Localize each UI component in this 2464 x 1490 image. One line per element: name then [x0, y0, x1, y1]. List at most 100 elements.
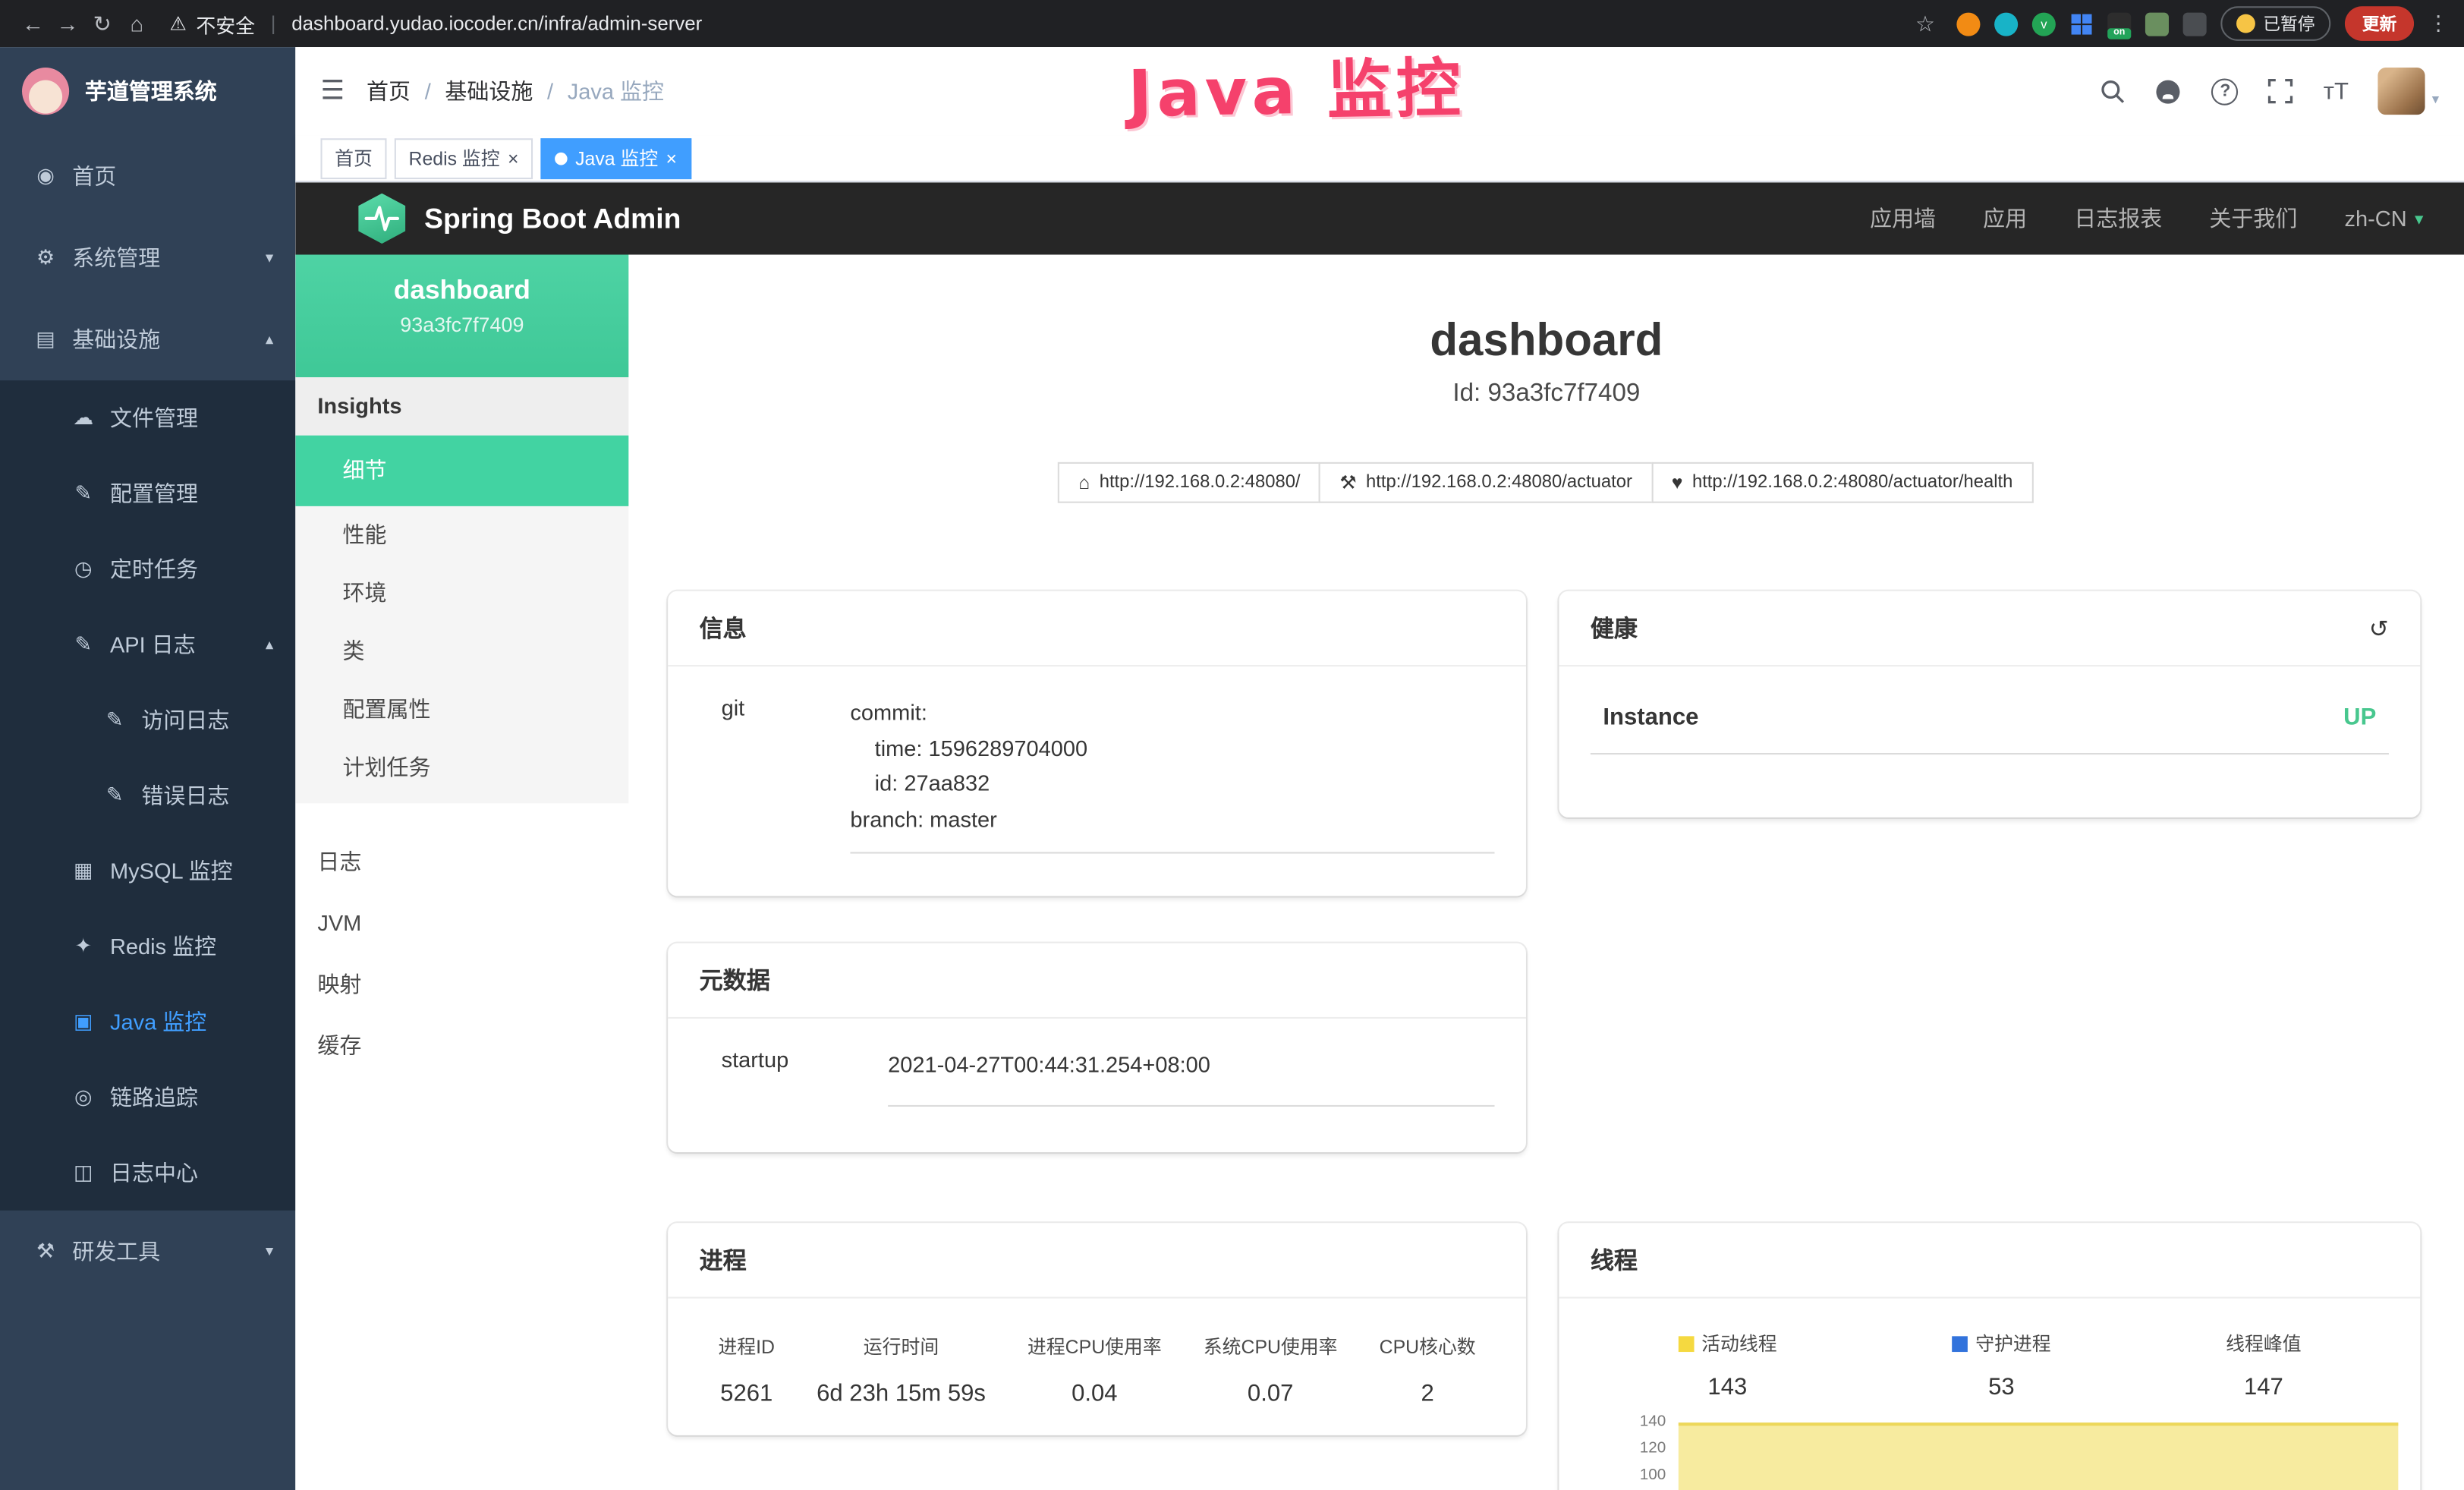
- profile-paused-badge[interactable]: 已暂停: [2220, 6, 2330, 41]
- close-icon[interactable]: ×: [508, 149, 519, 168]
- extension-icon-v[interactable]: v: [2032, 12, 2056, 36]
- paused-label: 已暂停: [2263, 11, 2315, 36]
- sba-nav-wallboard[interactable]: 应用墙: [1870, 203, 1936, 234]
- sba-menu-details[interactable]: 细节: [295, 436, 628, 506]
- service-url-link[interactable]: ⌂ http://192.168.0.2:48080/: [1058, 462, 1320, 503]
- instance-selector[interactable]: dashboard 93a3fc7f7409: [295, 255, 628, 378]
- fullscreen-icon[interactable]: [2268, 79, 2293, 104]
- tab-java-monitor[interactable]: Java 监控 ×: [541, 137, 691, 178]
- process-uptime: 运行时间 6d 23h 15m 59s: [817, 1333, 986, 1407]
- spring-boot-admin-logo-icon[interactable]: [358, 194, 405, 244]
- breadcrumb-home[interactable]: 首页: [367, 75, 411, 106]
- card-title: 信息: [700, 612, 747, 644]
- security-warning-icon: ⚠: [170, 13, 187, 35]
- help-icon[interactable]: ?: [2212, 78, 2239, 105]
- process-pid: 进程ID 5261: [718, 1333, 775, 1407]
- browser-home-icon[interactable]: ⌂: [119, 11, 154, 36]
- extension-icon-drop[interactable]: [1994, 12, 2018, 36]
- health-url-link[interactable]: ♥ http://192.168.0.2:48080/actuator/heal…: [1651, 462, 2033, 503]
- sba-root-menu: 日志 JVM 映射 缓存: [295, 832, 628, 1077]
- y-tick: 140: [1622, 1413, 1666, 1432]
- instance-name: dashboard: [295, 275, 628, 306]
- sba-menu-logfile[interactable]: 日志: [295, 832, 628, 893]
- search-icon[interactable]: [2101, 79, 2126, 104]
- database-icon: ▦: [69, 858, 97, 884]
- sidebar-item-system[interactable]: ⚙ 系统管理 ▾: [0, 217, 295, 299]
- app-logo[interactable]: 芋道管理系统: [0, 47, 295, 135]
- sba-brand-title[interactable]: Spring Boot Admin: [424, 202, 681, 235]
- trace-icon: ◎: [69, 1085, 97, 1110]
- sba-locale-select[interactable]: zh-CN ▾: [2345, 206, 2424, 231]
- chrome-update-button[interactable]: 更新: [2345, 6, 2414, 41]
- sidebar-item-home[interactable]: ◉ 首页: [0, 135, 295, 217]
- sba-menu-caches[interactable]: 缓存: [295, 1016, 628, 1077]
- chevron-down-icon[interactable]: ▾: [2432, 91, 2439, 109]
- tab-redis-monitor[interactable]: Redis 监控 ×: [395, 137, 533, 178]
- user-avatar[interactable]: [2378, 68, 2425, 115]
- bookmark-star-icon[interactable]: ☆: [1908, 10, 1943, 36]
- sba-nav-about[interactable]: 关于我们: [2209, 203, 2297, 234]
- tab-home[interactable]: 首页: [320, 137, 386, 178]
- reload-icon[interactable]: ↻: [85, 10, 120, 36]
- sba-menu-configprops[interactable]: 配置属性: [295, 681, 628, 739]
- browser-menu-icon[interactable]: ⋮: [2428, 11, 2449, 36]
- github-icon[interactable]: [2155, 78, 2182, 105]
- card-health-body: Instance UP: [1559, 666, 2420, 783]
- breadcrumb-infra[interactable]: 基础设施: [445, 75, 533, 106]
- sidebar-item-error-log[interactable]: ✎ 错误日志: [0, 758, 295, 833]
- chevron-up-icon: ▴: [266, 636, 273, 654]
- cloud-icon: ☁: [69, 405, 97, 430]
- wrench-icon: ⚒: [1339, 471, 1356, 493]
- sba-menu-mappings[interactable]: 映射: [295, 954, 628, 1016]
- font-size-icon[interactable]: тT: [2324, 78, 2349, 105]
- card-process-header: 进程: [668, 1223, 1526, 1298]
- hamburger-icon[interactable]: ☰: [320, 75, 345, 106]
- sba-sidebar: dashboard 93a3fc7f7409 Insights 细节 性能 环境…: [295, 255, 628, 1490]
- sidebar-item-java-monitor[interactable]: ▣ Java 监控: [0, 984, 295, 1059]
- actuator-url-link[interactable]: ⚒ http://192.168.0.2:48080/actuator: [1319, 462, 1653, 503]
- redis-icon: ✦: [69, 934, 97, 959]
- sidebar-item-config[interactable]: ✎ 配置管理: [0, 456, 295, 531]
- extension-icon-grid[interactable]: [2070, 12, 2094, 36]
- stat-label: 进程CPU使用率: [1027, 1333, 1162, 1359]
- sidebar-item-api-log[interactable]: ✎ API 日志 ▴: [0, 606, 295, 682]
- sba-menu-scheduled[interactable]: 计划任务: [295, 739, 628, 797]
- close-icon[interactable]: ×: [666, 149, 678, 168]
- sidebar-item-label: 错误日志: [141, 780, 229, 811]
- sba-menu-jvm[interactable]: JVM: [295, 893, 628, 954]
- sidebar-item-label: 文件管理: [110, 402, 198, 433]
- sidebar-item-tracing[interactable]: ◎ 链路追踪: [0, 1060, 295, 1135]
- admin-sidebar: 芋道管理系统 ◉ 首页 ⚙ 系统管理 ▾ ▤ 基础设施 ▴ ☁ 文件管理: [0, 47, 295, 1490]
- sba-nav-journal[interactable]: 日志报表: [2074, 203, 2162, 234]
- sidebar-item-log-center[interactable]: ◫ 日志中心: [0, 1135, 295, 1210]
- extension-icon-leaf[interactable]: [2145, 12, 2169, 36]
- sba-menu-env[interactable]: 环境: [295, 564, 628, 622]
- extensions-puzzle-icon[interactable]: [2183, 12, 2207, 36]
- sidebar-item-devtools[interactable]: ⚒ 研发工具 ▾: [0, 1211, 295, 1293]
- sba-menu-classes[interactable]: 类: [295, 622, 628, 681]
- sba-menu-metrics[interactable]: 性能: [295, 506, 628, 565]
- forward-icon[interactable]: →: [50, 11, 85, 36]
- link-url: http://192.168.0.2:48080/actuator/health: [1692, 473, 2012, 492]
- extension-icon-switch[interactable]: on: [2107, 12, 2131, 36]
- card-title: 进程: [700, 1243, 747, 1276]
- sidebar-item-label: 配置管理: [110, 478, 198, 509]
- sidebar-item-files[interactable]: ☁ 文件管理: [0, 380, 295, 455]
- sidebar-item-label: Redis 监控: [110, 931, 216, 962]
- breadcrumb-current: Java 监控: [568, 75, 664, 106]
- app-title: 芋道管理系统: [85, 75, 217, 106]
- extension-icon-orange[interactable]: [1956, 12, 1980, 36]
- sidebar-item-infra[interactable]: ▤ 基础设施 ▴: [0, 298, 295, 380]
- metadata-key: startup: [700, 1047, 889, 1106]
- sidebar-item-access-log[interactable]: ✎ 访问日志: [0, 682, 295, 758]
- health-row[interactable]: Instance UP: [1591, 695, 2389, 754]
- cpu-cores: CPU核心数 2: [1380, 1333, 1476, 1407]
- history-icon[interactable]: ↺: [2369, 614, 2389, 642]
- sidebar-item-mysql[interactable]: ▦ MySQL 监控: [0, 833, 295, 909]
- address-bar[interactable]: ⚠ 不安全 | dashboard.yudao.iocoder.cn/infra…: [170, 8, 703, 38]
- card-info: 信息 git commit: time: 1596289704000 id: 2…: [668, 591, 1526, 896]
- sidebar-item-redis[interactable]: ✦ Redis 监控: [0, 909, 295, 984]
- sidebar-item-job[interactable]: ◷ 定时任务: [0, 531, 295, 606]
- sba-nav-applications[interactable]: 应用: [1983, 203, 2027, 234]
- back-icon[interactable]: ←: [16, 11, 51, 36]
